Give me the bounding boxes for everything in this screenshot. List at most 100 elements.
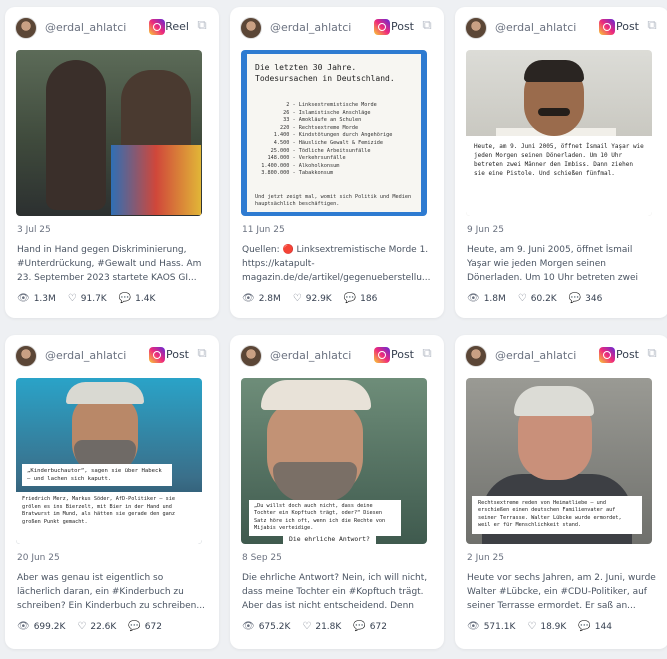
avatar[interactable] — [15, 345, 37, 367]
post-card[interactable]: @erdal_ahlatci Reel ⧉ 3 Jul 25 Hand in H… — [5, 7, 219, 318]
post-caption: Aber was genau ist eigentlich so lächerl… — [17, 573, 205, 611]
eye-icon: 👁 — [17, 621, 30, 632]
post-image[interactable]: „Kinderbuchautor“, sagen sie über Habeck… — [16, 378, 202, 544]
infographic-footer: Und jetzt zeigt mal, womit sich Politik … — [255, 194, 412, 207]
comments-stat: 💬 186 — [344, 293, 378, 304]
card-header: @erdal_ahlatci Post ⧉ — [240, 15, 434, 41]
external-link-icon[interactable]: ⧉ — [195, 19, 209, 33]
comment-icon: 💬 — [343, 293, 357, 304]
views-count: 1.3M — [33, 293, 56, 304]
card-header: @erdal_ahlatci Post ⧉ — [240, 343, 434, 369]
comments-count: 672 — [144, 621, 162, 632]
likes-stat: ♡ 21.8K — [302, 621, 341, 632]
post-card[interactable]: @erdal_ahlatci Post ⧉ „Kinderbuchautor“,… — [5, 335, 219, 649]
post-card[interactable]: @erdal_ahlatci Post ⧉ „Du willst doch au… — [230, 335, 444, 649]
avatar[interactable] — [465, 345, 487, 367]
comments-stat: 💬 346 — [569, 293, 603, 304]
external-link-icon[interactable]: ⧉ — [420, 347, 434, 361]
post-type-label: Post — [390, 348, 414, 361]
account-handle[interactable]: @erdal_ahlatci — [45, 21, 126, 34]
account-handle[interactable]: @erdal_ahlatci — [270, 21, 351, 34]
views-count: 1.8M — [483, 293, 506, 304]
heart-icon: ♡ — [292, 293, 302, 304]
likes-count: 60.2K — [530, 293, 557, 304]
post-card[interactable]: @erdal_ahlatci Post ⧉ Die letzten 30 Jah… — [230, 7, 444, 318]
post-date: 3 Jul 25 — [17, 225, 51, 235]
infographic-title: Die letzten 30 Jahre. Todesursachen in D… — [255, 63, 395, 83]
likes-count: 18.9K — [540, 621, 567, 632]
comments-count: 1.4K — [135, 293, 156, 304]
eye-icon: 👁 — [242, 621, 255, 632]
comments-count: 346 — [585, 293, 603, 304]
heart-icon: ♡ — [67, 293, 77, 304]
post-image[interactable]: Heute, am 9. Juni 2005, öffnet İsmail Ya… — [466, 50, 652, 216]
views-stat: 👁 2.8M — [242, 293, 281, 304]
heart-icon: ♡ — [517, 293, 527, 304]
card-header: @erdal_ahlatci Post ⧉ — [465, 343, 659, 369]
image-overlay-text: Rechtsextreme reden von Heimatliebe – un… — [472, 496, 642, 534]
comments-count: 144 — [594, 621, 612, 632]
post-image[interactable] — [16, 50, 202, 216]
post-date: 9 Jun 25 — [467, 225, 504, 235]
likes-stat: ♡ 22.6K — [77, 621, 116, 632]
post-caption: Quellen: 🔴 Linksextremistische Morde 1. … — [242, 245, 431, 283]
post-stats: 👁 571.1K ♡ 18.9K 💬 144 — [467, 621, 612, 632]
views-stat: 👁 699.2K — [17, 621, 65, 632]
hair-shape — [514, 386, 594, 416]
image-answer-text: Die ehrliche Antwort? — [283, 534, 376, 544]
comment-icon: 💬 — [128, 621, 141, 632]
infographic-list: 2 - Linksextremistische Morde 26 - Islam… — [261, 102, 393, 177]
views-count: 675.2K — [258, 621, 291, 632]
likes-count: 21.8K — [315, 621, 342, 632]
instagram-icon — [599, 347, 615, 363]
external-link-icon[interactable]: ⧉ — [645, 347, 659, 361]
person-figure — [46, 60, 106, 210]
avatar[interactable] — [240, 345, 262, 367]
likes-stat: ♡ 18.9K — [527, 621, 566, 632]
account-handle[interactable]: @erdal_ahlatci — [495, 21, 576, 34]
eye-icon: 👁 — [17, 293, 30, 304]
eye-icon: 👁 — [242, 293, 255, 304]
eye-icon: 👁 — [467, 293, 480, 304]
likes-stat: ♡ 91.7K — [68, 293, 107, 304]
views-count: 571.1K — [483, 621, 516, 632]
external-link-icon[interactable]: ⧉ — [195, 347, 209, 361]
post-caption: Heute vor sechs Jahren, am 2. Juni, wurd… — [467, 573, 656, 611]
instagram-icon — [374, 19, 390, 35]
post-image[interactable]: „Du willst doch auch nicht, dass deine T… — [241, 378, 427, 544]
post-card[interactable]: @erdal_ahlatci Post ⧉ Heute, am 9. Juni … — [455, 7, 667, 318]
post-caption: Heute, am 9. Juni 2005, öffnet İsmail Ya… — [467, 245, 639, 283]
post-date: 2 Jun 25 — [467, 553, 504, 563]
post-caption: Die ehrliche Antwort? Nein, ich will nic… — [242, 573, 428, 611]
external-link-icon[interactable]: ⧉ — [645, 19, 659, 33]
mustache-shape — [538, 108, 570, 116]
comments-stat: 💬 1.4K — [119, 293, 156, 304]
post-type-label: Post — [390, 20, 414, 33]
account-handle[interactable]: @erdal_ahlatci — [45, 349, 126, 362]
account-handle[interactable]: @erdal_ahlatci — [495, 349, 576, 362]
account-handle[interactable]: @erdal_ahlatci — [270, 349, 351, 362]
post-stats: 👁 1.3M ♡ 91.7K 💬 1.4K — [17, 293, 155, 304]
post-image[interactable]: Die letzten 30 Jahre. Todesursachen in D… — [241, 50, 427, 216]
post-image[interactable]: Rechtsextreme reden von Heimatliebe – un… — [466, 378, 652, 544]
comment-icon: 💬 — [568, 293, 582, 304]
likes-count: 91.7K — [80, 293, 107, 304]
image-quote-text: „Du willst doch auch nicht, dass deine T… — [249, 500, 401, 536]
hair-shape — [524, 60, 584, 82]
instagram-icon — [599, 19, 615, 35]
post-stats: 👁 699.2K ♡ 22.6K 💬 672 — [17, 621, 162, 632]
comments-stat: 💬 144 — [578, 621, 612, 632]
post-date: 20 Jun 25 — [17, 553, 60, 563]
heart-icon: ♡ — [527, 621, 537, 632]
instagram-icon — [374, 347, 390, 363]
post-date: 8 Sep 25 — [242, 553, 282, 563]
avatar[interactable] — [240, 17, 262, 39]
post-card[interactable]: @erdal_ahlatci Post ⧉ Rechtsextreme rede… — [455, 335, 667, 649]
comments-stat: 💬 672 — [353, 621, 387, 632]
post-stats: 👁 1.8M ♡ 60.2K 💬 346 — [467, 293, 602, 304]
post-type-label: Reel — [165, 20, 189, 33]
avatar[interactable] — [465, 17, 487, 39]
cap-shape — [261, 380, 371, 410]
external-link-icon[interactable]: ⧉ — [420, 19, 434, 33]
avatar[interactable] — [15, 17, 37, 39]
